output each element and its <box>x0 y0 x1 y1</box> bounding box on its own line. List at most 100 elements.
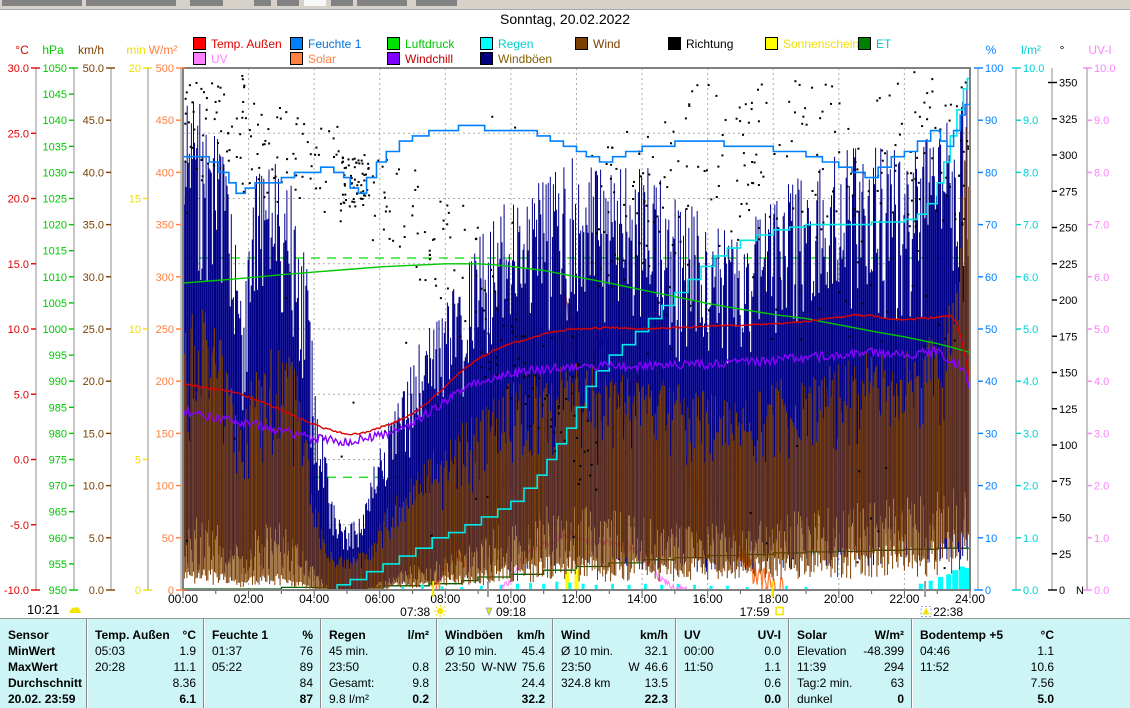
stat-row: 23:50W-NW75.6 <box>437 659 552 675</box>
stat-row: 8.36 <box>87 675 203 691</box>
column-unit: km/h <box>517 628 545 642</box>
svg-text:1050: 1050 <box>43 63 67 75</box>
stat-row: 05:2289 <box>204 659 320 675</box>
corner-time-label: 10:21 <box>27 602 60 617</box>
svg-text:25.0: 25.0 <box>83 324 104 336</box>
svg-text:°C: °C <box>15 43 29 57</box>
svg-text:250: 250 <box>1059 223 1077 235</box>
column-header: Wind <box>561 628 590 642</box>
svg-text:955: 955 <box>49 559 67 571</box>
svg-text:20.0: 20.0 <box>8 194 29 206</box>
svg-text:1.0: 1.0 <box>1094 533 1109 545</box>
stat-row: MaxWert <box>0 659 86 675</box>
sunrise-marker: 07:38 <box>400 605 446 619</box>
column-header: Sensor <box>8 628 49 642</box>
svg-text:985: 985 <box>49 402 67 414</box>
svg-text:6.0: 6.0 <box>1094 272 1109 284</box>
svg-text:W/m²: W/m² <box>149 43 178 57</box>
svg-text:km/h: km/h <box>78 43 104 57</box>
stat-value: 8.36 <box>173 676 196 690</box>
marker-time-label: 22:38 <box>933 605 963 619</box>
stat-row: 0.6 <box>676 675 788 691</box>
stat-label: 11:50 <box>684 660 713 674</box>
svg-text:2.0: 2.0 <box>1023 481 1038 493</box>
svg-text:5.0: 5.0 <box>14 389 29 401</box>
svg-text:50: 50 <box>985 324 997 336</box>
svg-text:l/m²: l/m² <box>1021 43 1041 57</box>
svg-text:950: 950 <box>49 585 67 597</box>
svg-text:500: 500 <box>156 63 174 75</box>
stat-row: 04:461.1 <box>912 643 1061 659</box>
axis-rain: 10.09.08.07.06.05.04.03.02.01.00.0l/m² <box>1012 43 1044 597</box>
stat-label: 04:46 <box>920 644 950 658</box>
stat-label: Durchschnitt <box>8 676 82 690</box>
svg-text:10: 10 <box>129 324 141 336</box>
stat-label: MaxWert <box>8 660 58 674</box>
column-header: Regen <box>329 628 366 642</box>
svg-text:200: 200 <box>1059 295 1077 307</box>
svg-text:°: ° <box>1060 43 1065 57</box>
svg-text:5: 5 <box>135 455 141 467</box>
column-unit: % <box>302 628 313 642</box>
svg-text:8.0: 8.0 <box>1023 167 1038 179</box>
svg-text:175: 175 <box>1059 331 1077 343</box>
column-header: Bodentemp +5 <box>920 628 1003 642</box>
stat-row: dunkel0 <box>789 691 911 707</box>
stat-label: 11:39 <box>797 660 826 674</box>
stat-row: Durchschnitt <box>0 675 86 691</box>
svg-text:1040: 1040 <box>43 115 67 127</box>
stat-value: 1.9 <box>179 644 196 658</box>
svg-text:2.0: 2.0 <box>1094 481 1109 493</box>
weather-chart: 30.025.020.015.010.05.00.0-5.0-10.0°C105… <box>0 0 1130 625</box>
stat-label: Tag:2 min. <box>797 676 852 690</box>
x-axis-label: 02:00 <box>234 592 264 606</box>
svg-text:UV-I: UV-I <box>1088 43 1111 57</box>
stat-row: 01:3776 <box>204 643 320 659</box>
svg-text:35.0: 35.0 <box>83 220 104 232</box>
marker-time-label: 09:18 <box>496 605 526 619</box>
svg-text:10.0: 10.0 <box>1094 63 1115 75</box>
svg-text:980: 980 <box>49 428 67 440</box>
svg-text:-10.0: -10.0 <box>4 585 29 597</box>
stat-label: 20.02. 23:59 <box>8 692 75 706</box>
stat-row: 20:2811.1 <box>87 659 203 675</box>
stat-row: 84 <box>204 675 320 691</box>
svg-text:75: 75 <box>1059 476 1071 488</box>
stats-column-solar: SolarW/m²Elevation-48.39911:39294Tag:2 m… <box>788 619 911 708</box>
stat-value: 46.6 <box>645 660 668 674</box>
stat-value: 24.4 <box>522 676 545 690</box>
svg-text:1045: 1045 <box>43 89 67 101</box>
stats-column-temp-aussen: Temp. Außen°C05:031.920:2811.18.366.1 <box>86 619 203 708</box>
stat-row: Ø 10 min.32.1 <box>553 643 675 659</box>
stat-row: 9.8 l/m²0.2 <box>321 691 436 707</box>
svg-text:70: 70 <box>985 220 997 232</box>
svg-text:hPa: hPa <box>42 43 64 57</box>
svg-text:5.0: 5.0 <box>89 533 104 545</box>
stat-row: 5.0 <box>912 691 1061 707</box>
svg-text:50.0: 50.0 <box>83 63 104 75</box>
moonset-marker: 09:18 <box>486 605 526 619</box>
axis-windkmh: 50.045.040.035.030.025.020.015.010.05.00… <box>78 43 115 597</box>
x-axis-label: 12:00 <box>561 592 591 606</box>
axis-direction: 3503253002752502252001751501251007550250… <box>1048 43 1084 597</box>
corner-moon-marker: 10:21 <box>27 602 81 617</box>
svg-text:150: 150 <box>1059 368 1077 380</box>
stats-column-bodentemp: Bodentemp +5°C04:461.111:5210.67.565.0 <box>911 619 1130 708</box>
svg-text:N: N <box>1076 585 1084 597</box>
stat-direction: W <box>628 660 639 674</box>
svg-text:90: 90 <box>985 115 997 127</box>
svg-text:15.0: 15.0 <box>83 428 104 440</box>
sunset-marker: 17:59 <box>740 605 784 619</box>
stat-value: 11.1 <box>174 660 196 674</box>
x-axis-label: 24:00 <box>955 592 985 606</box>
svg-text:1005: 1005 <box>43 298 67 310</box>
svg-text:7.0: 7.0 <box>1094 220 1109 232</box>
column-unit: km/h <box>640 628 668 642</box>
stat-value: 84 <box>300 676 313 690</box>
stat-row: Gesamt:9.8 <box>321 675 436 691</box>
svg-text:250: 250 <box>156 324 174 336</box>
stats-table: SensorMinWertMaxWertDurchschnitt20.02. 2… <box>0 618 1130 708</box>
svg-text:0: 0 <box>985 585 991 597</box>
svg-text:10.0: 10.0 <box>1023 63 1044 75</box>
stat-row: 324.8 km13.5 <box>553 675 675 691</box>
